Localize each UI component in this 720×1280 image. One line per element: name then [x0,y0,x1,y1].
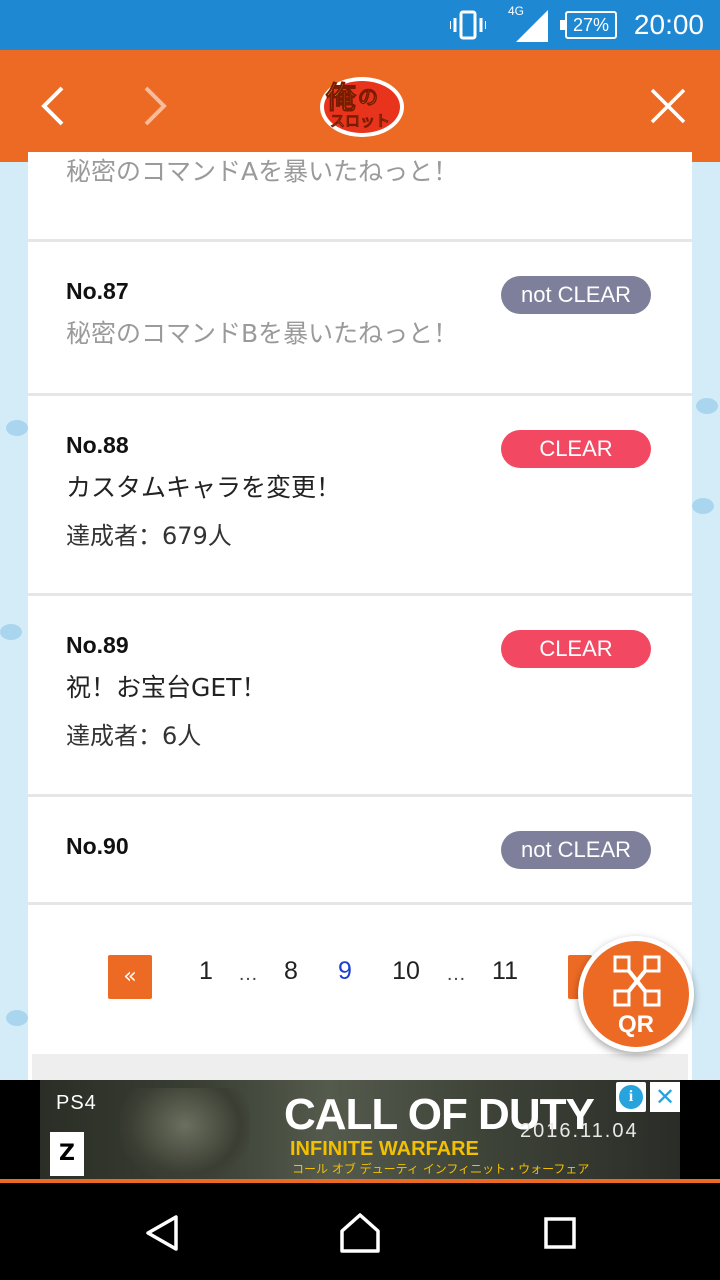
list-item[interactable]: 秘密のコマンドAを暴いたねっと！ [28,152,692,242]
page-link-current[interactable]: 9 [325,957,365,986]
ad-soldier-image [120,1088,250,1182]
bubble-decoration [6,420,28,436]
list-item[interactable]: No.89 祝！お宝台GET！ 達成者：6人 CLEAR [28,596,692,797]
list-item[interactable]: No.88 カスタムキャラを変更！ 達成者：679人 CLEAR [28,396,692,596]
close-icon[interactable] [640,78,696,134]
page-link[interactable]: 1 [186,957,226,986]
ad-date: 2016.11.04 [520,1120,639,1142]
ad-banner[interactable]: PS4 Z CALL OF DUTY INFINITE WARFARE コール … [0,1080,720,1182]
achievement-title: 秘密のコマンドBを暴いたねっと！ [66,319,459,348]
home-icon[interactable] [338,1211,382,1255]
achievement-title: カスタムキャラを変更！ [66,473,342,502]
achiever-count: 達成者：6人 [66,722,202,750]
qr-label: QR [618,1011,654,1038]
back-triangle-icon[interactable] [140,1211,184,1255]
signal-icon [516,10,548,42]
list-item[interactable]: No.87 秘密のコマンドBを暴いたねっと！ not CLEAR [28,242,692,396]
qr-code-icon [613,955,661,1007]
status-badge: not CLEAR [501,276,651,314]
bubble-decoration [6,1010,28,1026]
achievement-title: 秘密のコマンドAを暴いたねっと！ [66,157,459,186]
footer-strip [32,1054,688,1080]
page-link[interactable]: 8 [271,957,311,986]
status-badge: CLEAR [501,630,651,668]
vibrate-icon [450,10,486,40]
ad-subtitle: INFINITE WARFARE [290,1138,479,1160]
svg-text:の: の [358,85,378,109]
system-nav-bar [0,1183,720,1280]
bubble-decoration [696,398,718,414]
qr-button[interactable]: QR [578,936,694,1052]
ad-close-icon[interactable]: ✕ [650,1082,680,1112]
battery-icon: 27% [560,11,617,39]
achievement-number: No.90 [66,833,129,859]
ad-info-icon[interactable]: i [616,1082,646,1112]
achievement-number: No.88 [66,432,129,458]
page-ellipsis: … [446,963,466,985]
achievement-number: No.87 [66,278,129,304]
achiever-count: 達成者：679人 [66,522,232,550]
ad-rating: Z [50,1132,84,1176]
page-link[interactable]: 11 [485,957,525,986]
info-icon: i [619,1085,643,1109]
svg-text:俺: 俺 [325,81,357,116]
bubble-decoration [0,624,22,640]
status-bar: 4G 27% 20:00 [0,0,720,50]
prev-page-button[interactable]: « [108,955,152,999]
recents-square-icon[interactable] [538,1211,582,1255]
clock: 20:00 [633,9,704,40]
ad-platform: PS4 [56,1092,97,1114]
chevron-right-icon[interactable] [128,78,184,134]
page-link[interactable]: 10 [386,957,426,986]
app-logo[interactable]: 俺 の スロット [318,74,406,140]
app-header: 俺 の スロット [0,50,720,162]
chevron-left-icon[interactable] [26,78,82,134]
achievement-number: No.89 [66,632,129,658]
status-badge: not CLEAR [501,831,651,869]
ad-creative[interactable]: PS4 Z CALL OF DUTY INFINITE WARFARE コール … [40,1080,680,1182]
bubble-decoration [692,498,714,514]
achievement-title: 祝！お宝台GET！ [66,673,267,702]
page-ellipsis: … [238,963,258,985]
list-item[interactable]: No.90 not CLEAR [28,797,692,905]
ad-subtitle-jp: コール オブ デューティ インフィニット・ウォーフェア [292,1162,590,1176]
achievement-list: 秘密のコマンドAを暴いたねっと！ No.87 秘密のコマンドBを暴いたねっと！ … [28,152,692,1080]
status-badge: CLEAR [501,430,651,468]
svg-text:スロット: スロット [330,112,390,130]
